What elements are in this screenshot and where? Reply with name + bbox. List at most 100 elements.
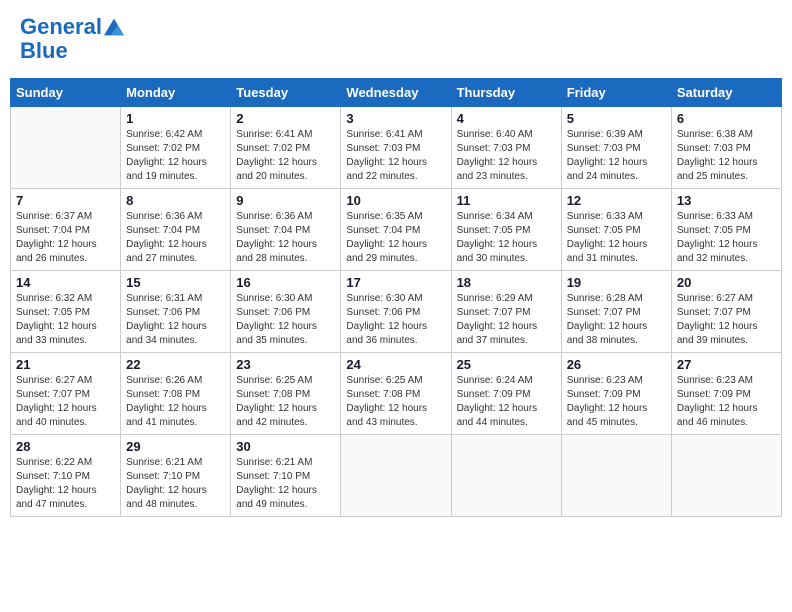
day-number: 4 [457,111,556,126]
day-number: 5 [567,111,666,126]
day-number: 27 [677,357,776,372]
day-number: 19 [567,275,666,290]
day-cell: 2 Sunrise: 6:41 AM Sunset: 7:02 PM Daylig… [231,107,341,189]
day-info: Sunrise: 6:34 AM Sunset: 7:05 PM Dayligh… [457,210,556,266]
day-header-wednesday: Wednesday [341,79,451,107]
day-cell [341,435,451,517]
day-cell: 29Sunrise: 6:21 AM Sunset: 7:10 PM Dayli… [121,435,231,517]
day-info: Sunrise: 6:36 AM Sunset: 7:04 PM Dayligh… [126,210,225,266]
logo-text-blue: Blue [20,39,68,63]
day-header-monday: Monday [121,79,231,107]
day-cell: 13 Sunrise: 6:33 AM Sunset: 7:05 PM Dayli… [671,189,781,271]
day-number: 9 [236,193,335,208]
day-info: Sunrise: 6:27 AM Sunset: 7:07 PM Dayligh… [16,374,115,430]
week-row-4: 21 Sunrise: 6:27 AM Sunset: 7:07 PM Dayli… [11,353,782,435]
day-cell: 3Sunrise: 6:41 AM Sunset: 7:03 PM Daylig… [341,107,451,189]
day-number: 22 [126,357,225,372]
day-info: Sunrise: 6:21 AM Sunset: 7:10 PM Dayligh… [236,456,335,512]
day-number: 23 [236,357,335,372]
day-number: 13 [677,193,776,208]
day-number: 6 [677,111,776,126]
day-number: 8 [126,193,225,208]
day-cell [671,435,781,517]
day-number: 30 [236,439,335,454]
day-info: Sunrise: 6:22 AM Sunset: 7:10 PM Dayligh… [16,456,115,512]
day-cell: 6 Sunrise: 6:38 AM Sunset: 7:03 PM Daylig… [671,107,781,189]
page-header: General Blue [10,10,782,68]
day-info: Sunrise: 6:37 AM Sunset: 7:04 PM Dayligh… [16,210,115,266]
day-cell: 25 Sunrise: 6:24 AM Sunset: 7:09 PM Dayli… [451,353,561,435]
day-cell: 5 Sunrise: 6:39 AM Sunset: 7:03 PM Daylig… [561,107,671,189]
day-cell: 14Sunrise: 6:32 AM Sunset: 7:05 PM Dayli… [11,271,121,353]
day-cell: 20 Sunrise: 6:27 AM Sunset: 7:07 PM Dayli… [671,271,781,353]
day-cell: 24 Sunrise: 6:25 AM Sunset: 7:08 PM Dayli… [341,353,451,435]
day-number: 2 [236,111,335,126]
day-info: Sunrise: 6:25 AM Sunset: 7:08 PM Dayligh… [346,374,445,430]
day-cell: 8 Sunrise: 6:36 AM Sunset: 7:04 PM Daylig… [121,189,231,271]
day-cell: 15 Sunrise: 6:31 AM Sunset: 7:06 PM Dayli… [121,271,231,353]
day-cell: 7 Sunrise: 6:37 AM Sunset: 7:04 PM Daylig… [11,189,121,271]
day-cell: 11 Sunrise: 6:34 AM Sunset: 7:05 PM Dayli… [451,189,561,271]
day-number: 17 [346,275,445,290]
day-info: Sunrise: 6:31 AM Sunset: 7:06 PM Dayligh… [126,292,225,348]
day-number: 12 [567,193,666,208]
day-info: Sunrise: 6:29 AM Sunset: 7:07 PM Dayligh… [457,292,556,348]
day-info: Sunrise: 6:41 AM Sunset: 7:03 PM Dayligh… [346,128,445,184]
day-info: Sunrise: 6:39 AM Sunset: 7:03 PM Dayligh… [567,128,666,184]
day-info: Sunrise: 6:33 AM Sunset: 7:05 PM Dayligh… [567,210,666,266]
day-number: 18 [457,275,556,290]
day-cell: 1Sunrise: 6:42 AM Sunset: 7:02 PM Daylig… [121,107,231,189]
day-cell: 23 Sunrise: 6:25 AM Sunset: 7:08 PM Dayli… [231,353,341,435]
days-header-row: SundayMondayTuesdayWednesdayThursdayFrid… [11,79,782,107]
day-info: Sunrise: 6:30 AM Sunset: 7:06 PM Dayligh… [236,292,335,348]
day-info: Sunrise: 6:41 AM Sunset: 7:02 PM Dayligh… [236,128,335,184]
day-number: 7 [16,193,115,208]
day-header-tuesday: Tuesday [231,79,341,107]
day-number: 11 [457,193,556,208]
day-info: Sunrise: 6:28 AM Sunset: 7:07 PM Dayligh… [567,292,666,348]
day-header-sunday: Sunday [11,79,121,107]
day-info: Sunrise: 6:38 AM Sunset: 7:03 PM Dayligh… [677,128,776,184]
day-info: Sunrise: 6:36 AM Sunset: 7:04 PM Dayligh… [236,210,335,266]
day-cell: 16Sunrise: 6:30 AM Sunset: 7:06 PM Dayli… [231,271,341,353]
week-row-1: 1Sunrise: 6:42 AM Sunset: 7:02 PM Daylig… [11,107,782,189]
day-cell: 26 Sunrise: 6:23 AM Sunset: 7:09 PM Dayli… [561,353,671,435]
day-number: 20 [677,275,776,290]
week-row-5: 28 Sunrise: 6:22 AM Sunset: 7:10 PM Dayli… [11,435,782,517]
day-cell: 4Sunrise: 6:40 AM Sunset: 7:03 PM Daylig… [451,107,561,189]
day-number: 28 [16,439,115,454]
calendar-table: SundayMondayTuesdayWednesdayThursdayFrid… [10,78,782,517]
day-info: Sunrise: 6:21 AM Sunset: 7:10 PM Dayligh… [126,456,225,512]
day-info: Sunrise: 6:30 AM Sunset: 7:06 PM Dayligh… [346,292,445,348]
day-info: Sunrise: 6:23 AM Sunset: 7:09 PM Dayligh… [567,374,666,430]
day-cell: 10Sunrise: 6:35 AM Sunset: 7:04 PM Dayli… [341,189,451,271]
week-row-3: 14Sunrise: 6:32 AM Sunset: 7:05 PM Dayli… [11,271,782,353]
day-cell [11,107,121,189]
day-cell: 30 Sunrise: 6:21 AM Sunset: 7:10 PM Dayli… [231,435,341,517]
logo: General Blue [20,15,124,63]
day-cell: 28 Sunrise: 6:22 AM Sunset: 7:10 PM Dayli… [11,435,121,517]
logo-text: General [20,15,102,39]
day-info: Sunrise: 6:24 AM Sunset: 7:09 PM Dayligh… [457,374,556,430]
day-cell [451,435,561,517]
day-number: 21 [16,357,115,372]
logo-icon [104,17,124,37]
day-cell: 22 Sunrise: 6:26 AM Sunset: 7:08 PM Dayli… [121,353,231,435]
day-header-friday: Friday [561,79,671,107]
day-number: 14 [16,275,115,290]
day-header-thursday: Thursday [451,79,561,107]
day-number: 10 [346,193,445,208]
day-info: Sunrise: 6:42 AM Sunset: 7:02 PM Dayligh… [126,128,225,184]
day-cell: 17 Sunrise: 6:30 AM Sunset: 7:06 PM Dayli… [341,271,451,353]
day-number: 24 [346,357,445,372]
day-info: Sunrise: 6:27 AM Sunset: 7:07 PM Dayligh… [677,292,776,348]
day-number: 26 [567,357,666,372]
day-info: Sunrise: 6:33 AM Sunset: 7:05 PM Dayligh… [677,210,776,266]
day-info: Sunrise: 6:23 AM Sunset: 7:09 PM Dayligh… [677,374,776,430]
week-row-2: 7 Sunrise: 6:37 AM Sunset: 7:04 PM Daylig… [11,189,782,271]
day-number: 25 [457,357,556,372]
day-info: Sunrise: 6:25 AM Sunset: 7:08 PM Dayligh… [236,374,335,430]
day-cell [561,435,671,517]
day-info: Sunrise: 6:26 AM Sunset: 7:08 PM Dayligh… [126,374,225,430]
day-number: 15 [126,275,225,290]
